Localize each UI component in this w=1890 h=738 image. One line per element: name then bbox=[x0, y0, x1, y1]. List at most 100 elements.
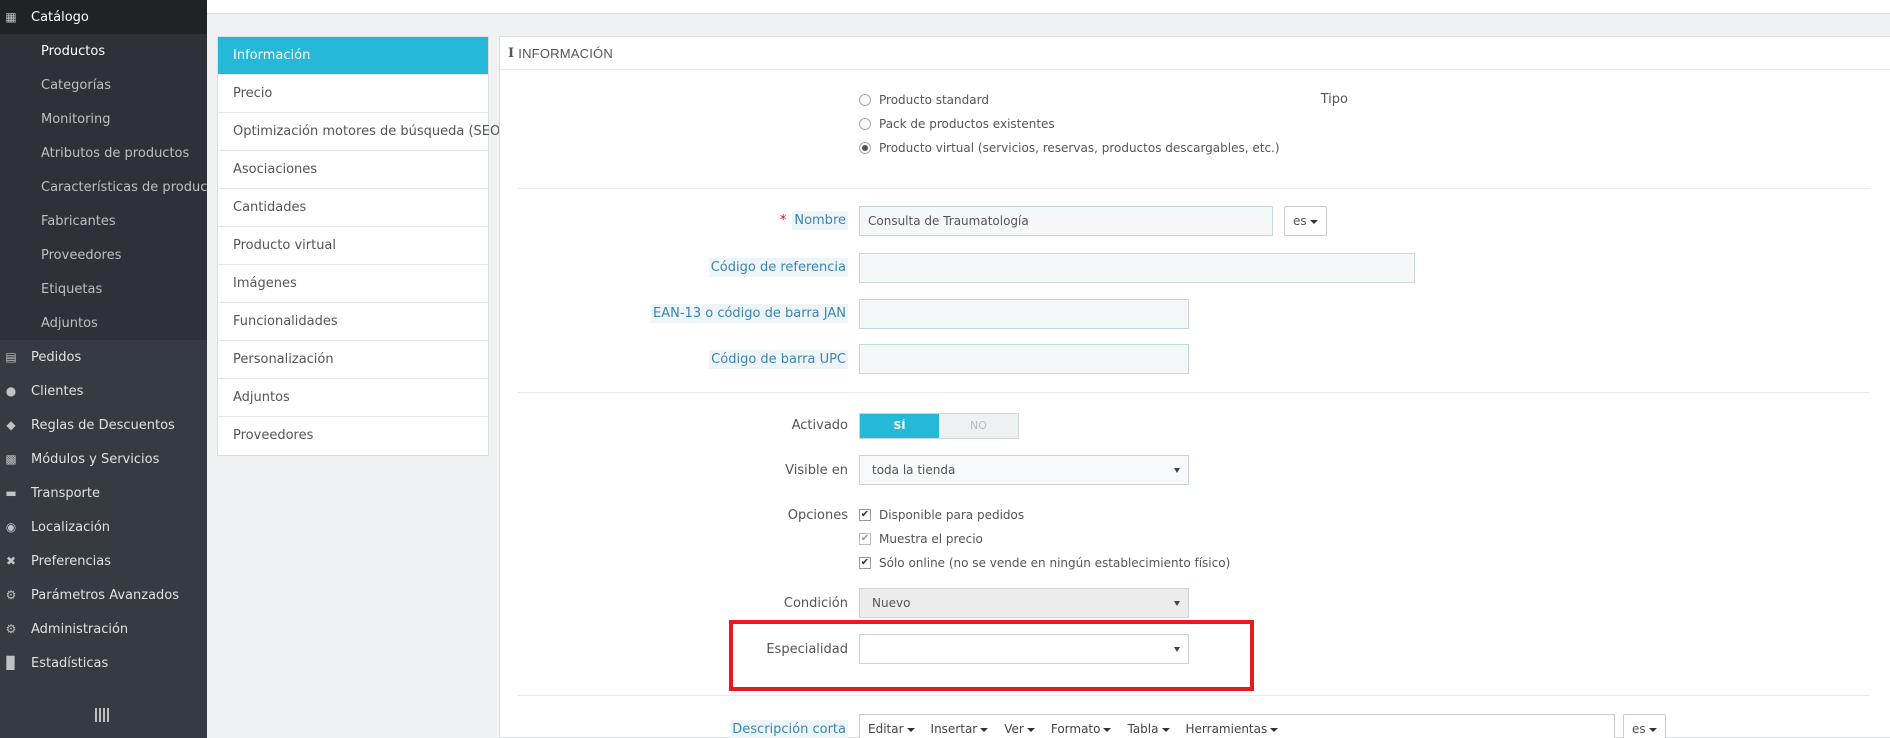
desc-language-dropdown-button[interactable]: es bbox=[1623, 714, 1666, 738]
sidebar-item-localizacion[interactable]: ◉ Localización bbox=[0, 510, 207, 544]
referencia-input[interactable] bbox=[859, 253, 1415, 283]
sidebar-subitem-etiquetas[interactable]: Etiquetas bbox=[0, 272, 207, 306]
checkbox-label: Sólo online (no se vende en ningún estab… bbox=[879, 556, 1231, 570]
menu-ver[interactable]: Ver bbox=[1004, 722, 1035, 736]
visible-value: toda la tienda bbox=[872, 463, 956, 477]
radio-button[interactable] bbox=[859, 118, 871, 130]
sidebar-item-parametros[interactable]: ⚙ Parámetros Avanzados bbox=[0, 578, 207, 612]
menu-tabla[interactable]: Tabla bbox=[1127, 722, 1170, 736]
sidebar-submenu: Productos Categorías Monitoring Atributo… bbox=[0, 34, 207, 340]
language-code: es bbox=[1632, 722, 1646, 736]
ean-label: EAN-13 o código de barra JAN bbox=[651, 304, 848, 323]
sidebar-subitem-monitoring[interactable]: Monitoring bbox=[0, 102, 207, 136]
sidebar-subitem-atributos[interactable]: Atributos de productos bbox=[0, 136, 207, 170]
sidebar-subitem-categorias[interactable]: Categorías bbox=[0, 68, 207, 102]
referencia-label: Código de referencia bbox=[708, 258, 848, 277]
divider bbox=[518, 188, 1870, 189]
tipo-label: Tipo bbox=[1320, 92, 1348, 107]
top-header-strip bbox=[207, 0, 1890, 14]
tab-informacion[interactable]: Información bbox=[218, 37, 488, 75]
upc-input[interactable] bbox=[859, 344, 1189, 374]
check-muestra-precio[interactable]: ✔ Muestra el precio bbox=[859, 532, 983, 546]
editor-menubar: Editar Insertar Ver Formato Tabla Herram… bbox=[859, 714, 1615, 738]
nombre-input[interactable]: Consulta de Traumatología bbox=[859, 206, 1273, 236]
menu-label: Tabla bbox=[1127, 722, 1159, 736]
product-tabs: Información Precio Optimización motores … bbox=[217, 36, 505, 456]
radio-button[interactable] bbox=[859, 94, 871, 106]
bar-chart-icon: ▉ bbox=[6, 656, 16, 670]
sidebar-item-modulos[interactable]: ▩ Módulos y Servicios bbox=[0, 442, 207, 476]
required-mark: * bbox=[779, 213, 787, 228]
sidebar-item-label: Pedidos bbox=[31, 349, 82, 365]
sidebar-item-reglas[interactable]: ◆ Reglas de Descuentos bbox=[0, 408, 207, 442]
sidebar-subitem-fabricantes[interactable]: Fabricantes bbox=[0, 204, 207, 238]
menu-label: Herramientas bbox=[1185, 722, 1268, 736]
sidebar-item-transporte[interactable]: ▬ Transporte bbox=[0, 476, 207, 510]
sidebar-item-administracion[interactable]: ⚙ Administración bbox=[0, 612, 207, 646]
sidebar-item-estadisticas[interactable]: ▉ Estadísticas bbox=[0, 646, 207, 680]
language-code: es bbox=[1293, 214, 1307, 228]
tab-asociaciones[interactable]: Asociaciones bbox=[218, 151, 488, 189]
panel-heading: i INFORMACIÓN bbox=[500, 37, 1890, 70]
sidebar-subitem-adjuntos[interactable]: Adjuntos bbox=[0, 306, 207, 340]
tab-seo[interactable]: Optimización motores de búsqueda (SEO) bbox=[218, 113, 505, 151]
visible-select[interactable]: toda la tienda bbox=[859, 455, 1189, 485]
descripcion-label: Descripción corta bbox=[730, 720, 848, 738]
menu-editar[interactable]: Editar bbox=[868, 722, 915, 736]
caret-down-icon bbox=[1103, 727, 1112, 732]
radio-pack-productos[interactable]: Pack de productos existentes bbox=[859, 117, 1055, 131]
check-disponible[interactable]: ✔ Disponible para pedidos bbox=[859, 508, 1024, 522]
menu-insertar[interactable]: Insertar bbox=[931, 722, 989, 736]
tags-icon: ◆ bbox=[6, 418, 16, 432]
tab-precio[interactable]: Precio bbox=[218, 75, 488, 113]
menu-herramientas[interactable]: Herramientas bbox=[1186, 722, 1279, 736]
globe-icon: ◉ bbox=[5, 520, 17, 534]
opciones-label: Opciones bbox=[787, 508, 848, 523]
sidebar-item-preferencias[interactable]: ✖ Preferencias bbox=[0, 544, 207, 578]
tab-funcionalidades[interactable]: Funcionalidades bbox=[218, 303, 488, 341]
tab-adjuntos[interactable]: Adjuntos bbox=[218, 379, 488, 417]
radio-producto-standard[interactable]: Producto standard bbox=[859, 93, 989, 107]
sidebar-item-label: Administración bbox=[31, 621, 129, 637]
tab-proveedores[interactable]: Proveedores bbox=[218, 417, 488, 455]
checkbox-checked[interactable]: ✔ bbox=[859, 509, 871, 521]
truck-icon: ▬ bbox=[5, 486, 17, 500]
radio-producto-virtual[interactable]: Producto virtual (servicios, reservas, p… bbox=[859, 141, 1280, 155]
upc-label: Código de barra UPC bbox=[709, 350, 848, 369]
check-solo-online[interactable]: ✔ Sólo online (no se vende en ningún est… bbox=[859, 556, 1230, 570]
sidebar-subitem-proveedores[interactable]: Proveedores bbox=[0, 238, 207, 272]
tab-imagenes[interactable]: Imágenes bbox=[218, 265, 488, 303]
wrench-icon: ✖ bbox=[5, 554, 17, 568]
toggle-no[interactable]: NO bbox=[939, 414, 1018, 438]
language-dropdown-button[interactable]: es bbox=[1284, 206, 1327, 236]
sidebar-collapse-icon[interactable] bbox=[95, 708, 109, 722]
checkbox-checked[interactable]: ✔ bbox=[859, 557, 871, 569]
checkbox-checked-disabled[interactable]: ✔ bbox=[859, 533, 871, 545]
caret-down-icon bbox=[1161, 727, 1170, 732]
caret-down-icon bbox=[906, 727, 915, 732]
sidebar-item-label: Módulos y Servicios bbox=[31, 451, 160, 467]
highlight-annotation bbox=[729, 620, 1254, 691]
divider bbox=[518, 695, 1870, 696]
caret-down-icon bbox=[1026, 727, 1035, 732]
toggle-yes[interactable]: SÍ bbox=[860, 414, 939, 438]
descripcion-label-text: Descripción corta bbox=[730, 720, 848, 738]
menu-label: Ver bbox=[1004, 722, 1024, 736]
checkbox-label: Muestra el precio bbox=[879, 532, 983, 546]
condicion-select[interactable]: Nuevo bbox=[859, 588, 1189, 618]
sidebar-item-clientes[interactable]: ● Clientes bbox=[0, 374, 207, 408]
ean-input[interactable] bbox=[859, 299, 1189, 329]
tab-personalizacion[interactable]: Personalización bbox=[218, 341, 488, 379]
cogs-icon: ⚙ bbox=[5, 588, 17, 602]
gear-icon: ⚙ bbox=[5, 622, 17, 636]
radio-button-selected[interactable] bbox=[859, 142, 871, 154]
menu-formato[interactable]: Formato bbox=[1051, 722, 1112, 736]
activado-toggle[interactable]: SÍ NO bbox=[859, 413, 1019, 439]
sidebar-subitem-productos[interactable]: Productos bbox=[0, 34, 207, 68]
sidebar-item-catalogo[interactable]: ▦ Catálogo bbox=[0, 0, 207, 34]
sidebar-item-pedidos[interactable]: ▤ Pedidos bbox=[0, 340, 207, 374]
tab-producto-virtual[interactable]: Producto virtual bbox=[218, 227, 488, 265]
tab-cantidades[interactable]: Cantidades bbox=[218, 189, 488, 227]
sidebar-subitem-caracteristicas[interactable]: Características de product... bbox=[0, 170, 207, 204]
referencia-label-text: Código de referencia bbox=[708, 258, 848, 277]
